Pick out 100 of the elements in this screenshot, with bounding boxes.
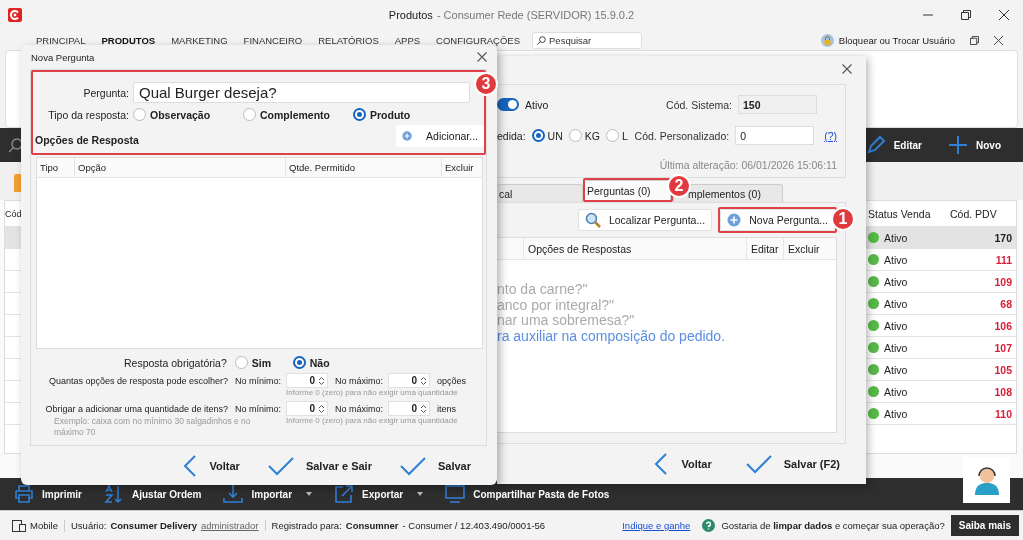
- field-label: No máximo:: [334, 375, 384, 386]
- column-header[interactable]: Status Venda: [864, 207, 944, 220]
- status-text: Ativo: [884, 341, 908, 354]
- help-icon: [702, 519, 716, 532]
- status-text: Ativo: [884, 385, 908, 398]
- toolbar-button[interactable]: Ajustar Ordem: [104, 484, 202, 504]
- close-icon[interactable]: [999, 10, 1009, 20]
- field-label: Obrigar a adicionar uma quantidade de itens?: [44, 403, 229, 414]
- tab[interactable]: Perguntas (0): [585, 180, 671, 200]
- footer-button[interactable]: Voltar: [653, 453, 712, 475]
- field-label: No mínimo:: [234, 403, 282, 414]
- status-dot: [868, 276, 879, 287]
- close-icon[interactable]: [994, 35, 1003, 45]
- status-text: Ativo: [884, 319, 908, 332]
- status-dot: [868, 254, 879, 265]
- spin-arrows-icon: [420, 403, 427, 414]
- devices-icon: [12, 519, 26, 532]
- menu-tab[interactable]: APPS: [386, 34, 429, 46]
- menu-tab[interactable]: FINANCEIRO: [235, 34, 311, 46]
- lock-user-link[interactable]: Bloquear ou Trocar Usuário: [838, 34, 955, 46]
- spin-arrows-icon: [318, 403, 325, 414]
- hint-text: ra auxiliar na composição do pedido.: [497, 327, 726, 344]
- column-header: Opções de Respostas: [523, 238, 746, 259]
- system-code-field: 150: [738, 95, 817, 114]
- check-icon: [399, 455, 426, 476]
- field-label: Cód. Sistema:: [666, 98, 732, 111]
- dialog-title: Nova Pergunta: [31, 51, 95, 63]
- example-text: Exemplo: caixa com no mínimo 30 salgadinhos e no máximo 70: [53, 416, 252, 438]
- question-field[interactable]: Qual Burger deseja?: [133, 82, 470, 103]
- menu-tab[interactable]: RELATÓRIOS: [310, 34, 387, 46]
- search-field[interactable]: Pesquisar: [532, 31, 643, 49]
- custom-code-field[interactable]: 0: [735, 126, 815, 145]
- toolbar-button[interactable]: Compartilhar Pasta de Fotos: [445, 484, 610, 504]
- menu-tab[interactable]: PRODUTOS: [93, 34, 164, 46]
- action-button[interactable]: Nova Pergunta...: [720, 209, 835, 231]
- radio-button[interactable]: Complemento: [243, 108, 353, 121]
- role-link[interactable]: administrador: [200, 520, 259, 531]
- plus-icon: [948, 135, 968, 155]
- support-chat-popup[interactable]: [963, 457, 1010, 503]
- field-label: edida:: [497, 129, 526, 142]
- column-header[interactable]: Cód: [5, 208, 22, 219]
- menu-tab[interactable]: CONFIGURAÇÕES: [428, 34, 529, 46]
- number-field[interactable]: 0: [388, 373, 430, 388]
- column-header: Excluir: [783, 238, 836, 259]
- referral-link[interactable]: Indique e ganhe: [622, 520, 691, 531]
- toolbar-button[interactable]: Editar: [865, 135, 922, 155]
- pdv-code: 110: [994, 407, 1013, 420]
- add-button[interactable]: Adicionar...: [396, 125, 484, 147]
- radio-button[interactable]: KG: [568, 129, 600, 142]
- pdv-code: 109: [993, 275, 1013, 288]
- number-field[interactable]: 0: [286, 401, 328, 416]
- pdv-code: 106: [993, 319, 1013, 332]
- check-icon: [745, 454, 772, 474]
- close-button[interactable]: [477, 50, 487, 64]
- column-header[interactable]: Cód. PDV: [944, 207, 1016, 220]
- check-icon: [267, 455, 294, 476]
- action-button[interactable]: Localizar Pergunta...: [577, 209, 713, 231]
- footer-button[interactable]: Salvar: [399, 455, 471, 476]
- footer-button[interactable]: Voltar: [181, 454, 240, 477]
- padlock-icon: [820, 33, 834, 47]
- toolbar-button[interactable]: Novo: [948, 135, 1001, 155]
- radio-button[interactable]: Sim: [234, 356, 287, 369]
- hint-text: nto da carne?": [497, 281, 588, 297]
- radio-button[interactable]: Observação: [133, 108, 243, 121]
- company-name: Consumner: [345, 520, 399, 531]
- search-icon[interactable]: [8, 137, 24, 153]
- printer-icon: [14, 484, 34, 504]
- window-title: Produtos: [388, 9, 433, 21]
- sort-icon: [104, 484, 124, 504]
- radio-button[interactable]: Não: [292, 356, 345, 369]
- field-label: No máximo:: [334, 403, 384, 414]
- export-icon: [334, 484, 355, 504]
- add-icon: [402, 129, 413, 143]
- radio-button[interactable]: UN: [531, 129, 563, 142]
- footer-button[interactable]: Salvar (F2): [745, 454, 840, 474]
- number-field[interactable]: 0: [286, 373, 328, 388]
- help-link[interactable]: (?): [824, 129, 837, 142]
- footer-button[interactable]: Salvar e Sair: [267, 455, 372, 476]
- menu-tab[interactable]: MARKETING: [163, 34, 236, 46]
- toggle-switch[interactable]: [497, 98, 519, 111]
- chevron-left-icon: [653, 453, 670, 475]
- field-label: No mínimo:: [234, 375, 282, 386]
- support-agent-icon: [972, 465, 1001, 495]
- field-label: Quantas opções de resposta pode escolher?: [47, 375, 229, 386]
- radio-button[interactable]: Produto: [353, 108, 463, 121]
- add-icon: [727, 213, 742, 227]
- restore-icon[interactable]: [970, 35, 979, 45]
- close-button[interactable]: [842, 62, 852, 76]
- mode-label[interactable]: Mobile: [30, 520, 58, 531]
- number-field[interactable]: 0: [388, 401, 430, 416]
- tab[interactable]: cal: [497, 184, 583, 202]
- pdv-code: 170: [993, 231, 1013, 244]
- toolbar-button[interactable]: Imprimir: [14, 484, 82, 504]
- menu-tab[interactable]: PRINCIPAL: [28, 34, 94, 46]
- column-header: Opção: [75, 158, 286, 177]
- pdv-code: 108: [993, 385, 1013, 398]
- status-dot: [868, 364, 879, 375]
- section-title: Opções de Resposta: [35, 134, 139, 147]
- learn-more-button[interactable]: Saiba mais: [950, 515, 1019, 536]
- restore-icon[interactable]: [961, 10, 971, 20]
